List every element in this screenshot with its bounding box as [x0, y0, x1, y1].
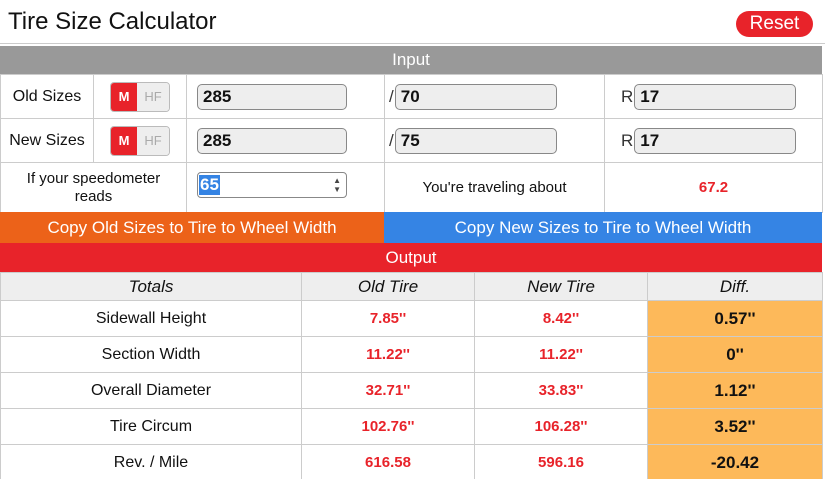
old-rim-input[interactable]: 17	[634, 83, 797, 110]
aspect-prefix: /	[389, 131, 394, 151]
old-tire-value: 11.22''	[301, 336, 475, 373]
new-tire-value: 8.42''	[474, 300, 648, 337]
reset-button[interactable]: Reset	[736, 11, 813, 37]
new-tire-value: 106.28''	[474, 408, 648, 445]
old-width-input[interactable]: 285	[197, 83, 347, 110]
metric-option[interactable]: M	[111, 126, 137, 155]
rim-prefix: R	[621, 87, 634, 107]
table-row: Sidewall Height 7.85'' 8.42'' 0.57''	[0, 300, 823, 337]
old-sizes-row: Old Sizes M HF 285 /70 R 17	[0, 74, 823, 119]
diff-value: 0''	[647, 336, 823, 373]
table-row: Tire Circum 102.76'' 106.28'' 3.52''	[0, 408, 823, 445]
diff-value: 1.12''	[647, 372, 823, 409]
new-rim-input[interactable]: 17	[634, 127, 797, 154]
row-label: Sidewall Height	[0, 300, 302, 337]
column-header-old-tire: Old Tire	[301, 272, 475, 301]
new-sizes-label: New Sizes	[0, 118, 94, 163]
new-tire-value: 11.22''	[474, 336, 648, 373]
hf-option[interactable]: HF	[137, 82, 169, 111]
old-tire-value: 32.71''	[301, 372, 475, 409]
title-bar: Tire Size Calculator Reset	[0, 0, 825, 44]
new-tire-value: 596.16	[474, 444, 648, 479]
new-sizes-row: New Sizes M HF 285 /75 R 17	[0, 118, 823, 163]
old-sizes-label: Old Sizes	[0, 74, 94, 119]
row-label: Rev. / Mile	[0, 444, 302, 479]
old-units-toggle[interactable]: M HF	[110, 81, 170, 112]
rim-prefix: R	[621, 131, 634, 151]
spinner-arrows-icon[interactable]: ▲ ▼	[333, 176, 341, 194]
diff-value: 0.57''	[647, 300, 823, 337]
new-units-toggle[interactable]: M HF	[110, 125, 170, 156]
old-aspect-input[interactable]: 70	[394, 83, 557, 110]
new-width-input[interactable]: 285	[197, 127, 347, 154]
traveling-value: 67.2	[604, 162, 823, 213]
row-label: Overall Diameter	[0, 372, 302, 409]
table-row: Section Width 11.22'' 11.22'' 0''	[0, 336, 823, 373]
output-header-row: Totals Old Tire New Tire Diff.	[0, 272, 823, 301]
diff-value: 3.52''	[647, 408, 823, 445]
page-title: Tire Size Calculator	[8, 8, 217, 35]
input-table: Old Sizes M HF 285 /70 R 17 New Sizes M H…	[0, 74, 823, 213]
table-row: Overall Diameter 32.71'' 33.83'' 1.12''	[0, 372, 823, 409]
speedometer-label: If your speedometer reads	[0, 162, 187, 213]
speedometer-row: If your speedometer reads 65 ▲ ▼ You're t…	[0, 162, 823, 213]
hf-option[interactable]: HF	[137, 126, 169, 155]
column-header-new-tire: New Tire	[474, 272, 648, 301]
diff-value: -20.42	[647, 444, 823, 479]
old-tire-value: 102.76''	[301, 408, 475, 445]
speedometer-value: 65	[199, 175, 220, 195]
output-section-header: Output	[0, 243, 822, 272]
traveling-label: You're traveling about	[384, 162, 605, 213]
column-header-totals: Totals	[0, 272, 302, 301]
row-label: Tire Circum	[0, 408, 302, 445]
old-tire-value: 7.85''	[301, 300, 475, 337]
input-section-header: Input	[0, 46, 822, 74]
row-label: Section Width	[0, 336, 302, 373]
new-tire-value: 33.83''	[474, 372, 648, 409]
old-tire-value: 616.58	[301, 444, 475, 479]
output-table: Totals Old Tire New Tire Diff. Sidewall …	[0, 272, 823, 479]
new-aspect-input[interactable]: 75	[394, 127, 557, 154]
aspect-prefix: /	[389, 87, 394, 107]
metric-option[interactable]: M	[111, 82, 137, 111]
column-header-diff: Diff.	[647, 272, 823, 301]
table-row: Rev. / Mile 616.58 596.16 -20.42	[0, 444, 823, 479]
copy-new-sizes-button[interactable]: Copy New Sizes to Tire to Wheel Width	[384, 212, 822, 243]
speedometer-input[interactable]: 65 ▲ ▼	[197, 172, 347, 198]
copy-old-sizes-button[interactable]: Copy Old Sizes to Tire to Wheel Width	[0, 212, 384, 243]
